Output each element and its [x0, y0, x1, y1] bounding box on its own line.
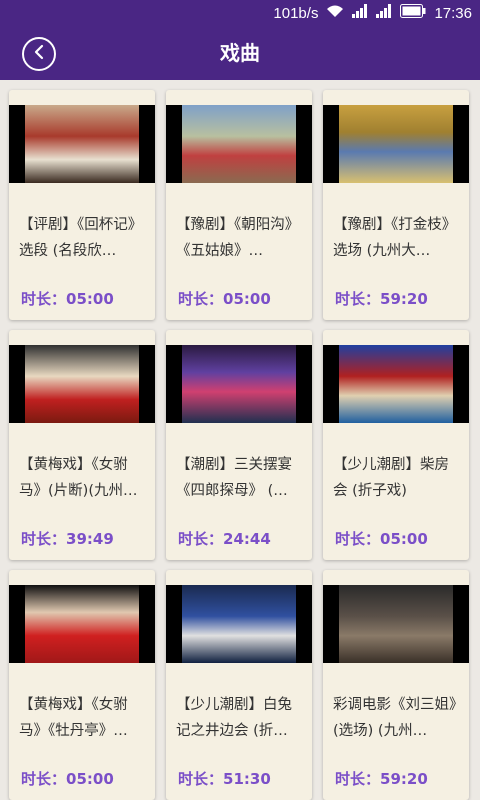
signal-icon-2: [376, 4, 392, 22]
video-title: 【评剧】《回杯记》选段 (名段欣…: [19, 217, 143, 259]
video-card[interactable]: 【潮剧】三关摆宴《四郎探母》 (… 时长：24:44: [166, 330, 312, 560]
video-thumbnail: [323, 345, 469, 423]
video-thumbnail: [166, 345, 312, 423]
video-title: 【少儿潮剧】白兔记之井边会 (折…: [176, 697, 292, 739]
wifi-icon: [326, 4, 344, 22]
video-duration: 时长：05:00: [335, 530, 428, 548]
video-grid: 【评剧】《回杯记》选段 (名段欣… 时长：05:00 【豫剧】《朝阳沟》《五姑娘…: [0, 80, 480, 800]
video-thumbnail: [166, 585, 312, 663]
status-icons: 101b/s 17:36: [273, 4, 472, 22]
video-card[interactable]: 【少儿潮剧】白兔记之井边会 (折… 时长：51:30: [166, 570, 312, 800]
top-bar: 101b/s 17:36 戏曲: [0, 0, 480, 80]
video-thumbnail: [9, 585, 155, 663]
video-duration: 时长：05:00: [178, 290, 271, 308]
video-duration: 时长：39:49: [21, 530, 114, 548]
video-duration: 时长：05:00: [21, 290, 114, 308]
video-card[interactable]: 【黄梅戏】《女驸马》《牡丹亭》… 时长：05:00: [9, 570, 155, 800]
video-card[interactable]: 【豫剧】《朝阳沟》《五姑娘》… 时长：05:00: [166, 90, 312, 320]
video-thumbnail: [166, 105, 312, 183]
clock: 17:36: [434, 4, 472, 22]
video-title: 【黄梅戏】《女驸马》《牡丹亭》…: [19, 697, 128, 739]
battery-icon: [400, 4, 426, 22]
video-duration: 时长：51:30: [178, 770, 271, 788]
video-title: 【豫剧】《打金枝》选场 (九州大…: [333, 217, 457, 259]
video-title: 【豫剧】《朝阳沟》《五姑娘》…: [176, 217, 300, 259]
network-speed: 101b/s: [273, 4, 319, 22]
video-duration: 时长：24:44: [178, 530, 271, 548]
video-duration: 时长：59:20: [335, 770, 428, 788]
video-card[interactable]: 【评剧】《回杯记》选段 (名段欣… 时长：05:00: [9, 90, 155, 320]
video-thumbnail: [9, 345, 155, 423]
signal-icon-1: [352, 4, 368, 22]
video-title: 【少儿潮剧】柴房会 (折子戏): [333, 457, 449, 499]
video-thumbnail: [9, 105, 155, 183]
video-title: 【潮剧】三关摆宴《四郎探母》 (…: [176, 457, 292, 499]
app-bar: 戏曲: [0, 26, 480, 80]
video-title: 【黄梅戏】《女驸马》(片断)(九州…: [19, 457, 138, 499]
video-card[interactable]: 【黄梅戏】《女驸马》(片断)(九州… 时长：39:49: [9, 330, 155, 560]
video-card[interactable]: 彩调电影《刘三姐》(选场) (九州… 时长：59:20: [323, 570, 469, 800]
video-thumbnail: [323, 585, 469, 663]
video-card[interactable]: 【豫剧】《打金枝》选场 (九州大… 时长：59:20: [323, 90, 469, 320]
video-duration: 时长：59:20: [335, 290, 428, 308]
page-title: 戏曲: [220, 41, 260, 65]
video-title: 彩调电影《刘三姐》(选场) (九州…: [333, 697, 457, 739]
video-duration: 时长：05:00: [21, 770, 114, 788]
status-bar: 101b/s 17:36: [0, 0, 480, 26]
video-thumbnail: [323, 105, 469, 183]
video-card[interactable]: 【少儿潮剧】柴房会 (折子戏) 时长：05:00: [323, 330, 469, 560]
